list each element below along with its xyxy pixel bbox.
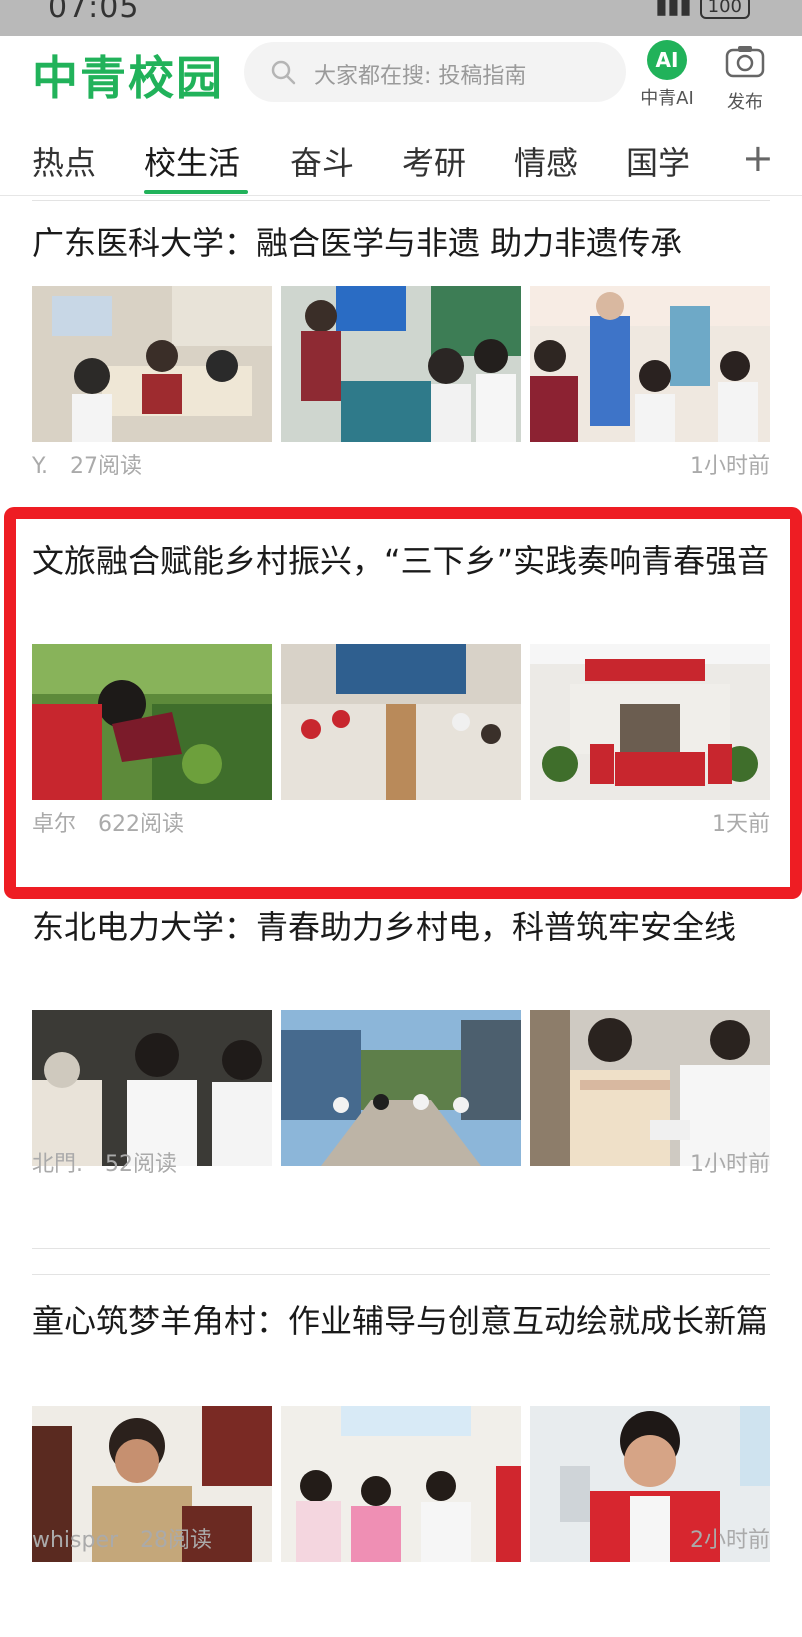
article-image[interactable] [32,1010,272,1166]
app-logo[interactable]: 中青校园 [32,42,224,108]
divider [32,1248,770,1249]
article-image[interactable] [32,286,272,442]
article-card[interactable]: 广东医科大学：融合医学与非遗 助力非遗传承 Y. 27阅读 1小时前 [32,222,770,502]
article-title[interactable]: 广东医科大学：融合医学与非遗 助力非遗传承 [32,222,770,264]
tab-postgrad[interactable]: 考研 [402,138,466,184]
article-card[interactable]: 东北电力大学：青春助力乡村电，科普筑牢安全线 北門. 52阅读 1小时前 [32,906,770,1226]
tab-hot[interactable]: 热点 [32,138,96,184]
publish-label: 发布 [727,92,763,113]
search-placeholder: 大家都在搜: 投稿指南 [314,64,527,89]
article-meta: 北門. 52阅读 1小时前 [32,1146,770,1178]
article-images [32,286,770,442]
article-image[interactable] [281,1010,521,1166]
publish-button[interactable]: 发布 [714,40,776,114]
article-images [32,1010,770,1166]
highlight-frame [4,507,802,899]
ai-label: 中青AI [640,88,694,109]
article-author: Y. [32,454,48,479]
category-tabs: 热点 校生活 奋斗 考研 情感 国学 + [0,124,802,196]
article-card[interactable]: 童心筑梦羊角村：作业辅导与创意互动绘就成长新篇 whisper 28阅读 2小时前 [32,1300,770,1620]
article-meta: Y. 27阅读 1小时前 [32,448,770,480]
status-icons: ▮▮▮ 100 [655,0,750,19]
tab-guoxue[interactable]: 国学 [626,138,690,184]
article-title[interactable]: 童心筑梦羊角村：作业辅导与创意互动绘就成长新篇 [32,1300,770,1342]
add-tab-icon[interactable]: + [742,136,774,180]
battery-icon: 100 [699,0,750,19]
article-time: 2小时前 [690,1528,770,1553]
article-meta: whisper 28阅读 2小时前 [32,1522,770,1554]
article-reads: 27阅读 [69,454,142,479]
ai-icon: AI [647,40,687,80]
divider [32,1274,770,1275]
active-tab-indicator [144,190,248,194]
article-reads: 52阅读 [105,1152,177,1177]
tab-emotion[interactable]: 情感 [514,138,578,184]
camera-icon [725,46,765,78]
article-author: whisper [32,1528,119,1553]
status-bar: 07:05 ▮▮▮ 100 [0,0,802,36]
app-header: 中青校园 大家都在搜: 投稿指南 AI 中青AI 发布 [0,36,802,114]
article-author: 北門. [32,1152,83,1177]
article-title[interactable]: 东北电力大学：青春助力乡村电，科普筑牢安全线 [32,906,770,948]
tab-campus-life[interactable]: 校生活 [144,138,240,184]
search-icon [271,60,296,85]
signal-icon: ▮▮▮ [655,0,692,19]
article-image[interactable] [530,1010,770,1166]
tab-struggle[interactable]: 奋斗 [290,138,354,184]
search-input[interactable]: 大家都在搜: 投稿指南 [244,42,626,102]
article-image[interactable] [530,286,770,442]
article-image[interactable] [281,286,521,442]
article-time: 1小时前 [690,1152,770,1177]
article-reads: 28阅读 [140,1528,213,1553]
ai-button[interactable]: AI 中青AI [636,40,698,110]
divider [32,200,770,201]
article-time: 1小时前 [690,454,770,479]
status-time: 07:05 [48,0,140,25]
